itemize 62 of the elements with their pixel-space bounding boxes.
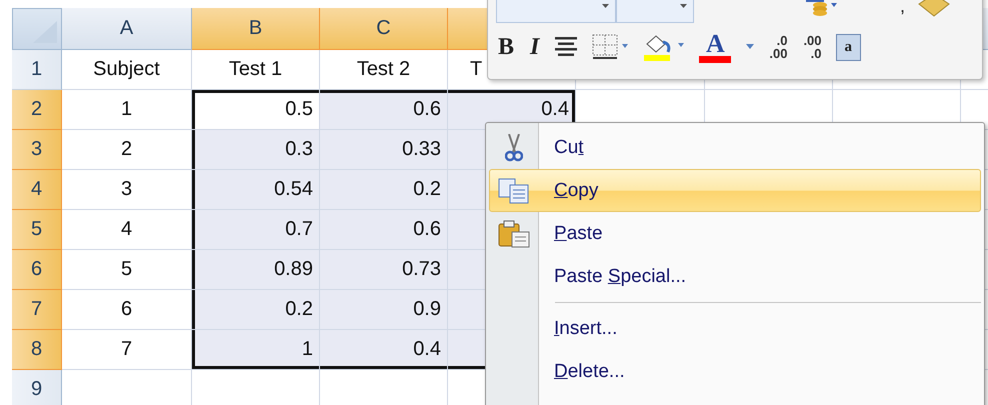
table-cell: Test 1 xyxy=(192,50,320,90)
table-cell: 4 xyxy=(62,210,192,250)
table-cell: 1 xyxy=(192,330,320,370)
row-header[interactable]: 1 xyxy=(12,50,62,90)
table-cell: 2 xyxy=(62,130,192,170)
table-cell: 5 xyxy=(62,250,192,290)
menu-item-label: Copy xyxy=(554,180,598,202)
decrease-decimal-button[interactable]: .00 .0 xyxy=(801,34,824,60)
menu-item[interactable]: Paste xyxy=(489,212,981,255)
row-header[interactable]: 4 xyxy=(12,170,62,210)
table-cell: 6 xyxy=(62,290,192,330)
table-cell: 0.5 xyxy=(192,90,320,130)
diamond-icon[interactable] xyxy=(917,0,952,18)
table-cell: 7 xyxy=(62,330,192,370)
increase-decimal-button[interactable]: .0 .00 xyxy=(767,34,790,60)
merge-center-button[interactable]: a xyxy=(836,34,862,60)
table-cell: 0.6 xyxy=(320,90,448,130)
table-cell: Test 2 xyxy=(320,50,448,90)
comma-button[interactable]: , xyxy=(898,0,908,16)
menu-item[interactable]: Delete... xyxy=(489,350,981,393)
scissors-icon xyxy=(505,134,523,162)
coins-icon[interactable] xyxy=(804,0,838,19)
table-cell: 0.54 xyxy=(192,170,320,210)
dropdown-arrow-icon[interactable] xyxy=(745,44,756,50)
menu-item-label: Delete... xyxy=(554,360,625,382)
menu-item[interactable]: Copy xyxy=(489,169,981,212)
table-cell: 0.9 xyxy=(320,290,448,330)
menu-item-label: Paste Special... xyxy=(554,266,686,288)
row-header[interactable]: 6 xyxy=(12,250,62,290)
menu-item-label: Insert... xyxy=(554,318,618,340)
copy-icon xyxy=(498,178,530,204)
row-header[interactable]: 9 xyxy=(12,370,62,405)
font-color-button[interactable]: A xyxy=(697,32,734,62)
column-header[interactable]: C xyxy=(320,8,448,50)
table-cell: 0.73 xyxy=(320,250,448,290)
borders-icon[interactable] xyxy=(591,33,630,61)
row-header[interactable]: 5 xyxy=(12,210,62,250)
menu-item[interactable]: Insert... xyxy=(489,307,981,350)
align-center-icon[interactable] xyxy=(553,36,580,58)
table-cell: 0.89 xyxy=(192,250,320,290)
table-cell: 3 xyxy=(62,170,192,210)
column-header[interactable]: B xyxy=(192,8,320,50)
table-cell: 1 xyxy=(62,90,192,130)
row-header[interactable]: 3 xyxy=(12,130,62,170)
menu-item-label: Paste xyxy=(554,222,603,244)
menu-item-label: Cut xyxy=(554,136,584,158)
row-header[interactable]: 7 xyxy=(12,290,62,330)
row-header[interactable]: 8 xyxy=(12,330,62,370)
dropdown-arrow-icon xyxy=(602,4,609,8)
table-cell: 0.2 xyxy=(320,170,448,210)
table-cell: 0.7 xyxy=(192,210,320,250)
row-header[interactable]: 2 xyxy=(12,90,62,130)
dropdown-arrow-icon xyxy=(680,4,687,8)
table-cell: 0.6 xyxy=(320,210,448,250)
table-cell: 0.4 xyxy=(320,330,448,370)
table-cell: 0.2 xyxy=(192,290,320,330)
table-cell: 0.33 xyxy=(320,130,448,170)
menu-item[interactable]: Paste Special... xyxy=(489,255,981,298)
column-header[interactable]: A xyxy=(62,8,192,50)
table-cell: 0.3 xyxy=(192,130,320,170)
clipboard-icon xyxy=(498,220,530,248)
table-cell: Subject xyxy=(62,50,192,90)
